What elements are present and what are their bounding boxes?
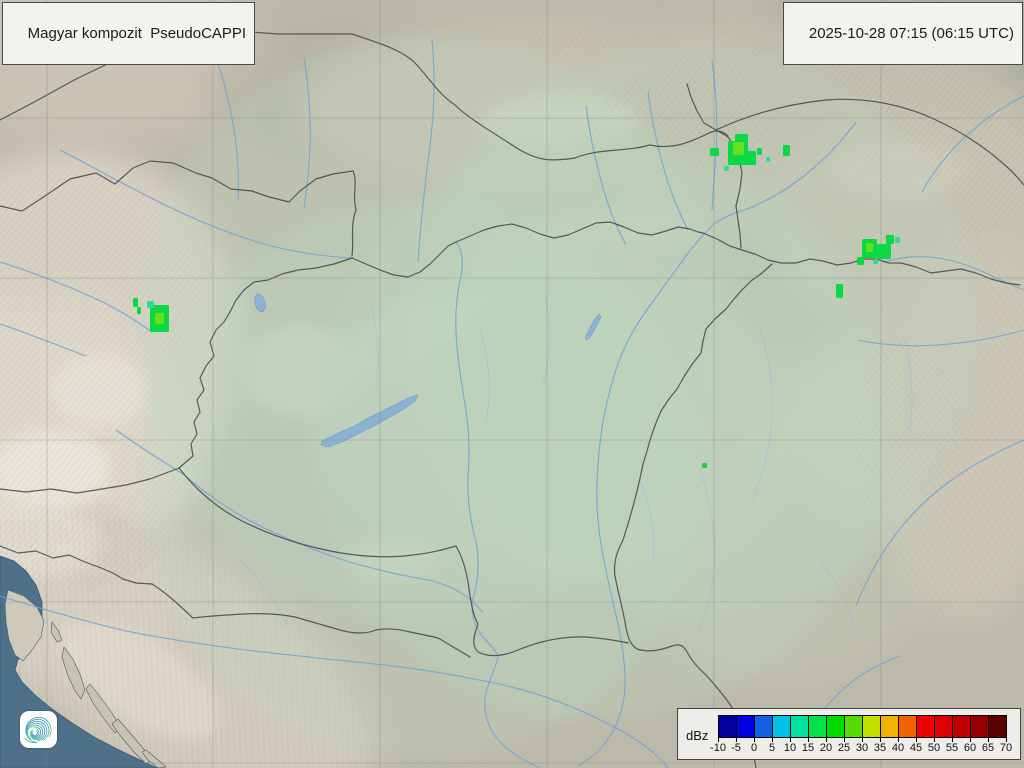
radar-echo — [877, 244, 891, 259]
legend-tick-value: 45 — [910, 742, 922, 754]
radar-echo — [733, 142, 744, 155]
legend-tick-value: 50 — [928, 742, 940, 754]
radar-echo — [710, 148, 719, 156]
legend-color-cell — [898, 715, 917, 738]
timestamp-label: 2025-10-28 07:15 (06:15 UTC) — [809, 25, 1014, 42]
legend-color-cell — [736, 715, 755, 738]
radar-echo — [766, 157, 770, 162]
legend-tick-value: 20 — [820, 742, 832, 754]
legend-tick-value: 25 — [838, 742, 850, 754]
legend-tick-value: 65 — [982, 742, 994, 754]
legend-tick-value: 35 — [874, 742, 886, 754]
legend-color-scale — [718, 715, 1007, 738]
legend-color-cell — [988, 715, 1007, 738]
product-title-box: Magyar kompozit PseudoCAPPI — [2, 2, 255, 65]
radar-echo — [886, 235, 894, 244]
radar-echo — [757, 148, 762, 155]
legend-tick-value: -10 — [710, 742, 726, 754]
legend-unit-label: dBz — [686, 728, 708, 743]
radar-echo — [702, 463, 707, 468]
radar-echo — [895, 237, 900, 243]
radar-echo — [133, 298, 138, 307]
radar-product-screen: Magyar kompozit PseudoCAPPI 2025-10-28 0… — [0, 0, 1024, 768]
meteorological-service-spiral-logo — [20, 711, 57, 748]
legend-tick-value: 60 — [964, 742, 976, 754]
legend-tick-value: 0 — [751, 742, 757, 754]
legend-color-cell — [880, 715, 899, 738]
legend-color-cell — [754, 715, 773, 738]
legend-tick-labels: -10-50510152025303540455055606570 — [718, 738, 1008, 754]
legend-tick-value: 55 — [946, 742, 958, 754]
legend-color-cell — [844, 715, 863, 738]
radar-echo — [137, 307, 141, 314]
radar-echo — [155, 313, 164, 324]
legend-color-cell — [772, 715, 791, 738]
legend-color-cell — [916, 715, 935, 738]
legend-color-cell — [862, 715, 881, 738]
radar-echo — [836, 284, 843, 298]
radar-map — [0, 0, 1024, 768]
radar-echo — [873, 259, 878, 264]
legend-tick-value: 70 — [1000, 742, 1012, 754]
radar-echo — [724, 166, 729, 171]
reflectivity-legend: dBz -10 -5 05 10 15 20 25 30 35 40 45 50 55 60 65 70 — [677, 708, 1021, 760]
legend-tick-value: 5 — [769, 742, 775, 754]
legend-color-cell — [808, 715, 827, 738]
radar-echo — [783, 145, 790, 156]
radar-echo — [147, 301, 154, 308]
legend-color-cell — [970, 715, 989, 738]
legend-tick-value: 40 — [892, 742, 904, 754]
radar-echo — [857, 257, 864, 265]
legend-tick-value: 10 — [784, 742, 796, 754]
legend-tick-value: -5 — [731, 742, 741, 754]
legend-color-cell — [934, 715, 953, 738]
legend-tick-value: 30 — [856, 742, 868, 754]
product-title: Magyar kompozit PseudoCAPPI — [28, 25, 246, 42]
radar-echo — [866, 243, 873, 252]
spiral-logo-icon — [21, 712, 56, 747]
legend-color-cell — [952, 715, 971, 738]
legend-color-cell — [826, 715, 845, 738]
timestamp-box: 2025-10-28 07:15 (06:15 UTC) — [783, 2, 1023, 65]
legend-color-cell — [790, 715, 809, 738]
legend-color-cell — [718, 715, 737, 738]
radar-echo — [745, 151, 756, 165]
legend-tick-value: 15 — [802, 742, 814, 754]
